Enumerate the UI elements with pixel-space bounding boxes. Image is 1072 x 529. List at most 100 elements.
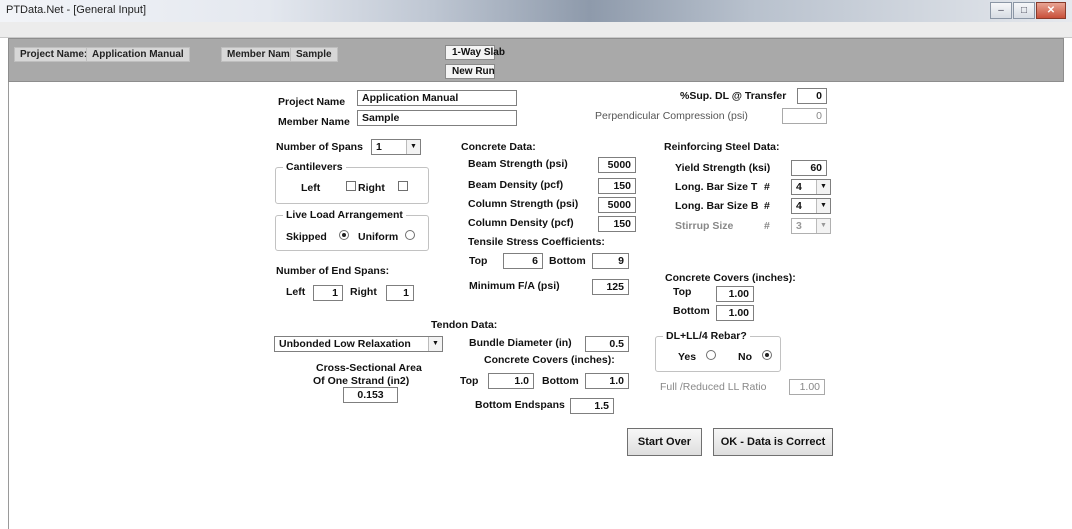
chevron-down-icon[interactable]: ▼ bbox=[816, 199, 830, 213]
bundle-diameter-label: Bundle Diameter (in) bbox=[469, 337, 572, 349]
rebar-yes-radio[interactable] bbox=[706, 350, 716, 360]
tensile-top-input[interactable]: 6 bbox=[503, 253, 543, 269]
yield-strength-input[interactable]: 60 bbox=[791, 160, 827, 176]
header-project-label: Project Name: bbox=[14, 47, 94, 62]
member-name-label: Member Name bbox=[278, 116, 350, 128]
min-fa-label: Minimum F/A (psi) bbox=[469, 280, 560, 292]
bundle-diameter-input[interactable]: 0.5 bbox=[585, 336, 629, 352]
long-bar-t-value: 4 bbox=[796, 181, 802, 193]
strand-area-input[interactable]: 0.153 bbox=[343, 387, 398, 403]
chevron-down-icon[interactable]: ▼ bbox=[816, 180, 830, 194]
header-project-value: Application Manual bbox=[86, 47, 190, 62]
long-bar-t-select[interactable]: 4 ▼ bbox=[791, 179, 831, 195]
skipped-label: Skipped bbox=[286, 231, 327, 243]
skipped-radio[interactable] bbox=[339, 230, 349, 240]
stirrup-size-value: 3 bbox=[796, 220, 802, 232]
title-bar: PTData.Net - [General Input] – □ ✕ bbox=[0, 0, 1072, 22]
end-spans-label: Number of End Spans: bbox=[276, 265, 390, 277]
steel-covers-title: Concrete Covers (inches): bbox=[665, 272, 796, 284]
tendon-type-select[interactable]: Unbonded Low Relaxation ▼ bbox=[274, 336, 443, 352]
beam-density-input[interactable]: 150 bbox=[598, 178, 636, 194]
tendon-covers-title: Concrete Covers (inches): bbox=[484, 354, 615, 366]
perp-compression-label: Perpendicular Compression (psi) bbox=[595, 110, 748, 122]
tendon-bottom-input[interactable]: 1.0 bbox=[585, 373, 629, 389]
uniform-radio[interactable] bbox=[405, 230, 415, 240]
steel-cover-top-input[interactable]: 1.00 bbox=[716, 286, 754, 302]
long-bar-t-label: Long. Bar Size T bbox=[675, 181, 758, 193]
ll-ratio-input[interactable]: 1.00 bbox=[789, 379, 825, 395]
sup-dl-input[interactable]: 0 bbox=[797, 88, 827, 104]
live-load-title: Live Load Arrangement bbox=[283, 209, 406, 221]
ll-ratio-label: Full /Reduced LL Ratio bbox=[660, 381, 767, 393]
new-run-button[interactable]: New Run bbox=[445, 64, 495, 79]
close-icon[interactable]: ✕ bbox=[1036, 2, 1066, 19]
column-strength-label: Column Strength (psi) bbox=[468, 198, 579, 210]
column-density-label: Column Density (pcf) bbox=[468, 217, 574, 229]
strand-area-label-2: Of One Strand (in2) bbox=[313, 375, 410, 387]
tendon-top-label: Top bbox=[460, 375, 479, 387]
end-right-input[interactable]: 1 bbox=[386, 285, 414, 301]
window-title: PTData.Net - [General Input] bbox=[6, 4, 147, 16]
number-of-spans-select[interactable]: 1 ▼ bbox=[371, 139, 421, 155]
uniform-label: Uniform bbox=[358, 231, 399, 243]
end-left-label: Left bbox=[286, 286, 306, 298]
project-name-input[interactable]: Application Manual bbox=[357, 90, 517, 106]
rebar-yes-label: Yes bbox=[678, 351, 697, 363]
menu-strip bbox=[0, 22, 1072, 38]
steel-data-title: Reinforcing Steel Data: bbox=[664, 141, 780, 153]
beam-strength-label: Beam Strength (psi) bbox=[468, 158, 568, 170]
chevron-down-icon[interactable]: ▼ bbox=[406, 140, 420, 154]
long-bar-t-hash: # bbox=[764, 181, 770, 193]
beam-density-label: Beam Density (pcf) bbox=[468, 179, 564, 191]
tensile-top-label: Top bbox=[469, 255, 488, 267]
steel-cover-top-label: Top bbox=[673, 286, 692, 298]
long-bar-b-hash: # bbox=[764, 200, 770, 212]
chevron-down-icon[interactable]: ▼ bbox=[816, 219, 830, 233]
tendon-top-input[interactable]: 1.0 bbox=[488, 373, 534, 389]
start-over-button[interactable]: Start Over bbox=[627, 428, 702, 456]
cantilever-right-label: Right bbox=[358, 182, 385, 194]
concrete-data-title: Concrete Data: bbox=[461, 141, 536, 153]
column-density-input[interactable]: 150 bbox=[598, 216, 636, 232]
steel-cover-bottom-input[interactable]: 1.00 bbox=[716, 305, 754, 321]
rebar-no-radio[interactable] bbox=[762, 350, 772, 360]
tendon-data-title: Tendon Data: bbox=[431, 319, 498, 331]
tensile-stress-title: Tensile Stress Coefficients: bbox=[468, 236, 605, 248]
number-of-spans-value: 1 bbox=[376, 141, 382, 153]
minimize-icon[interactable]: – bbox=[990, 2, 1012, 19]
cantilevers-title: Cantilevers bbox=[283, 161, 346, 173]
perp-compression-input[interactable]: 0 bbox=[782, 108, 827, 124]
slab-type-button[interactable]: 1-Way Slab bbox=[445, 45, 505, 60]
column-strength-input[interactable]: 5000 bbox=[598, 197, 636, 213]
member-name-input[interactable]: Sample bbox=[357, 110, 517, 126]
end-left-input[interactable]: 1 bbox=[313, 285, 343, 301]
cantilever-left-label: Left bbox=[301, 182, 321, 194]
stirrup-size-label: Stirrup Size bbox=[675, 220, 734, 232]
frame-border bbox=[8, 82, 9, 529]
header-member-value: Sample bbox=[290, 47, 338, 62]
header-bar: Project Name: Application Manual Member … bbox=[8, 38, 1064, 82]
maximize-icon[interactable]: □ bbox=[1013, 2, 1035, 19]
bottom-endspans-label: Bottom Endspans bbox=[475, 399, 565, 411]
stirrup-size-select[interactable]: 3 ▼ bbox=[791, 218, 831, 234]
min-fa-input[interactable]: 125 bbox=[592, 279, 629, 295]
strand-area-label-1: Cross-Sectional Area bbox=[316, 362, 422, 374]
long-bar-b-select[interactable]: 4 ▼ bbox=[791, 198, 831, 214]
steel-cover-bottom-label: Bottom bbox=[673, 305, 710, 317]
rebar-no-label: No bbox=[738, 351, 752, 363]
bottom-endspans-input[interactable]: 1.5 bbox=[570, 398, 614, 414]
sup-dl-label: %Sup. DL @ Transfer bbox=[680, 90, 787, 102]
number-of-spans-label: Number of Spans bbox=[276, 141, 363, 153]
project-name-label: Project Name bbox=[278, 96, 346, 108]
beam-strength-input[interactable]: 5000 bbox=[598, 157, 636, 173]
cantilever-left-checkbox[interactable] bbox=[346, 181, 356, 191]
rebar-title: DL+LL/4 Rebar? bbox=[663, 330, 750, 342]
long-bar-b-value: 4 bbox=[796, 200, 802, 212]
cantilever-right-checkbox[interactable] bbox=[398, 181, 408, 191]
tensile-bottom-input[interactable]: 9 bbox=[592, 253, 629, 269]
tendon-bottom-label: Bottom bbox=[542, 375, 579, 387]
chevron-down-icon[interactable]: ▼ bbox=[428, 337, 442, 351]
ok-data-correct-button[interactable]: OK - Data is Correct bbox=[713, 428, 833, 456]
stirrup-size-hash: # bbox=[764, 220, 770, 232]
tendon-type-value: Unbonded Low Relaxation bbox=[279, 338, 411, 350]
